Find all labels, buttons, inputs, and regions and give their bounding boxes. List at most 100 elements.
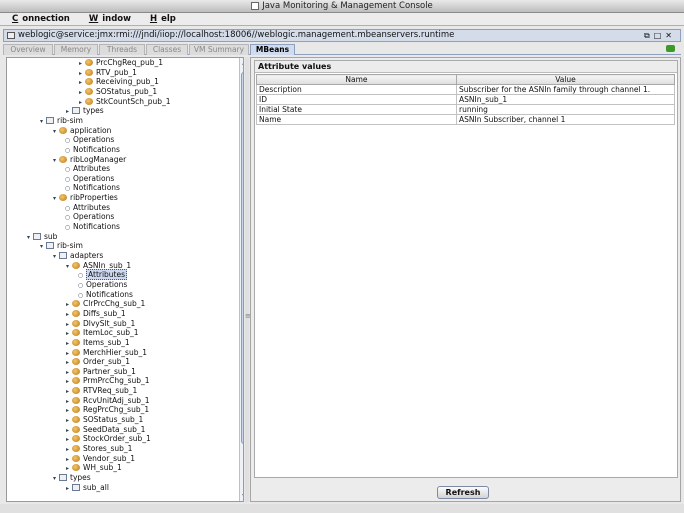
tree-node[interactable]: ▸ SOStatus_pub_1 <box>76 87 157 97</box>
attribute-value[interactable]: ASNIn Subscriber, channel 1 <box>456 114 675 125</box>
tree-node-label: RTVReq_sub_1 <box>83 386 138 396</box>
tree-node[interactable]: ○ Notifications <box>63 222 120 232</box>
tree-node[interactable]: ▾ types <box>50 473 91 483</box>
tree-node[interactable]: ▸ Diffs_sub_1 <box>63 309 126 319</box>
tree-node[interactable]: ▸ Vendor_sub_1 <box>63 454 135 464</box>
tree-node[interactable]: ▸ RTV_pub_1 <box>76 68 137 78</box>
expand-open-icon[interactable]: ▾ <box>50 252 59 262</box>
tree-node[interactable]: ○ Operations <box>63 212 114 222</box>
tree-node[interactable]: ▸ Order_sub_1 <box>63 357 130 367</box>
menu-window[interactable]: Window <box>83 14 131 24</box>
tree-node[interactable]: ▾ rib-sim <box>37 116 83 126</box>
split-pane-divider[interactable]: ≡ <box>245 57 251 502</box>
expand-open-icon[interactable]: ▾ <box>24 233 33 243</box>
tree-node[interactable]: ○ Operations <box>76 280 127 290</box>
scroll-down-icon[interactable]: ▼ <box>240 492 243 501</box>
tree-node[interactable]: ▸ Stores_sub_1 <box>63 444 132 454</box>
tree-node[interactable]: ▸ MerchHier_sub_1 <box>63 348 147 358</box>
tree-node-label: WH_sub_1 <box>83 463 122 473</box>
mbean-icon <box>59 155 67 163</box>
tree-node[interactable]: ▸ WH_sub_1 <box>63 463 122 473</box>
tree-node[interactable]: ○ Operations <box>63 135 114 145</box>
table-row[interactable]: Description Subscriber for the ASNIn fam… <box>256 84 675 95</box>
tree-node[interactable]: ▸ StkCountSch_pub_1 <box>76 97 171 107</box>
tree-node[interactable]: ○ Notifications <box>63 183 120 193</box>
tree-node[interactable]: ▸ RcvUnitAdj_sub_1 <box>63 396 150 406</box>
tree-node-label: Notifications <box>73 222 120 232</box>
tree-node[interactable]: ▸ DlvySlt_sub_1 <box>63 319 135 329</box>
scrollbar-thumb[interactable] <box>241 72 243 444</box>
tab-vm-summary[interactable]: VM Summary <box>189 44 249 55</box>
table-row[interactable]: Initial State running <box>256 104 675 115</box>
tree-node[interactable]: ○ Attributes <box>63 203 110 213</box>
tree-node[interactable]: ▾ ribLogManager <box>50 155 126 165</box>
mbean-icon <box>72 300 80 308</box>
expand-open-icon[interactable]: ▾ <box>50 194 59 204</box>
tree-node[interactable]: ▸ SOStatus_sub_1 <box>63 415 143 425</box>
tree-scrollbar[interactable]: ▲ ▼ <box>239 58 243 501</box>
menu-help[interactable]: Help <box>144 14 176 24</box>
tab-classes[interactable]: Classes <box>146 44 188 55</box>
tree-node[interactable]: ▾ rib-sim <box>37 241 83 251</box>
mbean-icon <box>72 377 80 385</box>
tree-node[interactable]: ○ Notifications <box>76 290 133 300</box>
tree-node[interactable]: ▾ application <box>50 126 111 136</box>
tree-node[interactable]: ▸ RegPrcChg_sub_1 <box>63 405 149 415</box>
restore-icon[interactable]: ⧉ <box>644 31 654 40</box>
tree-node[interactable]: ▸ SeedData_sub_1 <box>63 425 145 435</box>
attribute-name: Description <box>256 84 457 95</box>
expand-closed-icon[interactable]: ▸ <box>63 484 72 494</box>
tree-node[interactable]: ○ Operations <box>63 174 114 184</box>
attribute-value[interactable]: Subscriber for the ASNIn family through … <box>456 84 675 95</box>
maximize-icon[interactable]: □ <box>654 31 666 40</box>
tree-node[interactable]: ▸ PrmPrcChg_sub_1 <box>63 376 150 386</box>
tree-node[interactable]: ▾ ribProperties <box>50 193 118 203</box>
tree-node-label: Stores_sub_1 <box>83 444 133 453</box>
tree-node[interactable]: ▸ PrcChgReq_pub_1 <box>76 58 163 68</box>
tree-node[interactable]: ○ Attributes <box>76 269 128 281</box>
tree-node[interactable]: ▸ RTVReq_sub_1 <box>63 386 137 396</box>
column-header-value[interactable]: Value <box>456 74 675 85</box>
mbean-icon <box>72 261 80 269</box>
tree-node-label: PrmPrcChg_sub_1 <box>83 376 150 386</box>
expand-open-icon[interactable]: ▾ <box>50 474 59 484</box>
tree-node-label: PrcChgReq_pub_1 <box>96 58 163 67</box>
mbean-icon <box>85 68 93 76</box>
expand-open-icon[interactable]: ▾ <box>50 127 59 137</box>
tree-node[interactable]: ▸ Partner_sub_1 <box>63 367 136 377</box>
tree-node-label: Notifications <box>86 289 133 299</box>
close-icon[interactable]: ✕ <box>665 31 676 40</box>
tab-threads[interactable]: Threads <box>99 44 145 55</box>
expand-open-icon[interactable]: ▾ <box>37 242 46 252</box>
refresh-button[interactable]: Refresh <box>437 486 489 499</box>
tab-memory[interactable]: Memory <box>54 44 98 55</box>
tree-node[interactable]: ▸ StockOrder_sub_1 <box>63 434 151 444</box>
tree-node[interactable]: ▸ Items_sub_1 <box>63 338 130 348</box>
expand-open-icon[interactable]: ▾ <box>50 156 59 166</box>
tree-node[interactable]: ▸ types <box>63 106 104 116</box>
tree-node[interactable]: ○ Notifications <box>63 145 120 155</box>
attribute-value[interactable]: running <box>456 104 675 115</box>
scroll-up-icon[interactable]: ▲ <box>240 58 243 67</box>
tree-node[interactable]: ▸ Receiving_pub_1 <box>76 77 159 87</box>
tab-mbeans[interactable]: MBeans <box>250 44 295 55</box>
table-header-row: Name Value <box>256 74 675 85</box>
table-row[interactable]: ID ASNIn_sub_1 <box>256 94 675 105</box>
tree-node[interactable]: ○ Attributes <box>63 164 110 174</box>
tree-node[interactable]: ▸ sub_all <box>63 483 109 493</box>
tree-node[interactable]: ▾ sub <box>24 232 57 242</box>
menu-connection[interactable]: Connection <box>6 14 70 24</box>
mbean-icon <box>85 59 93 66</box>
tree-node-label: Order_sub_1 <box>83 357 131 367</box>
tree-node[interactable]: ▸ ClrPrcChg_sub_1 <box>63 299 145 309</box>
expand-open-icon[interactable]: ▾ <box>37 117 46 127</box>
tree-node[interactable]: ▾ adapters <box>50 251 103 261</box>
tree-node[interactable]: ▸ ItemLoc_sub_1 <box>63 328 139 338</box>
folder-icon <box>33 232 41 240</box>
tree-node-label: types <box>83 106 104 116</box>
attribute-value[interactable]: ASNIn_sub_1 <box>456 94 675 105</box>
expand-open-icon[interactable]: ▾ <box>63 262 72 272</box>
column-header-name[interactable]: Name <box>256 74 457 85</box>
tab-overview[interactable]: Overview <box>3 44 53 55</box>
table-row[interactable]: Name ASNIn Subscriber, channel 1 <box>256 114 675 125</box>
